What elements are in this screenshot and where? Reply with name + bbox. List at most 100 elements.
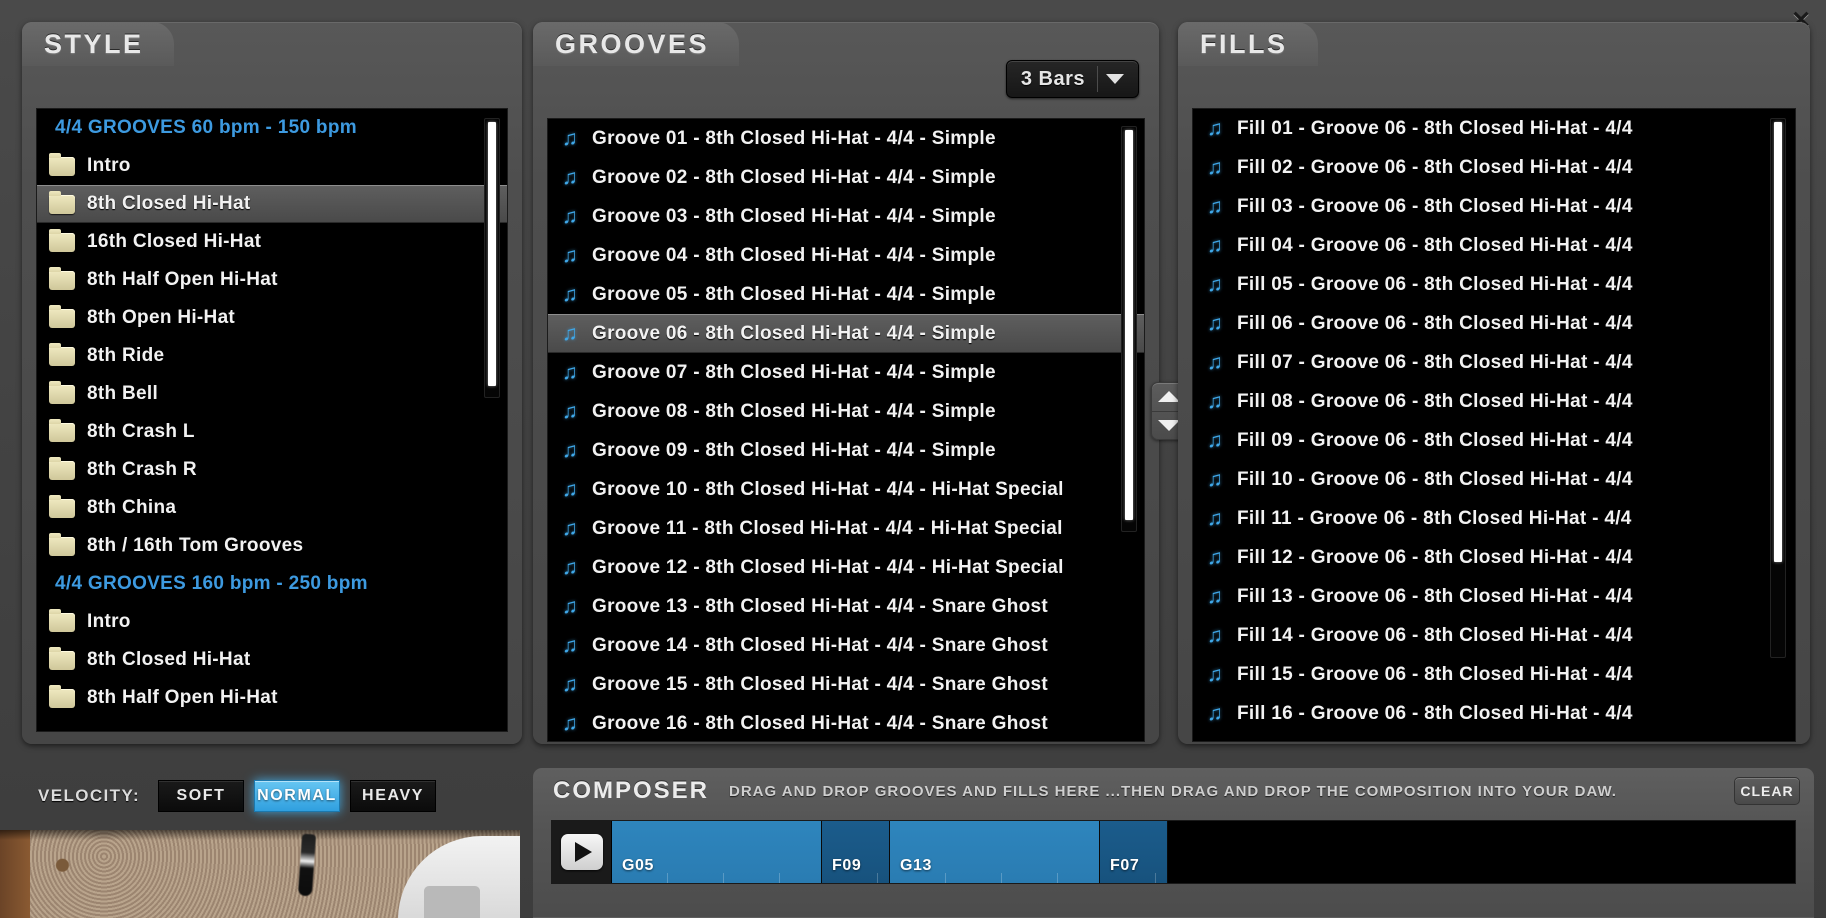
- style-scrollbar[interactable]: [484, 118, 500, 398]
- groove-list-item[interactable]: ♫Groove 10 - 8th Closed Hi-Hat - 4/4 - H…: [548, 470, 1144, 509]
- fill-item-label: Fill 02 - Groove 06 - 8th Closed Hi-Hat …: [1237, 157, 1633, 179]
- style-item-label: 8th Half Open Hi-Hat: [87, 687, 278, 709]
- fill-list-item[interactable]: ♫Fill 02 - Groove 06 - 8th Closed Hi-Hat…: [1193, 148, 1795, 187]
- fill-list-item[interactable]: ♫Fill 09 - Groove 06 - 8th Closed Hi-Hat…: [1193, 421, 1795, 460]
- folder-icon: [49, 195, 75, 214]
- play-button[interactable]: [552, 821, 612, 883]
- style-list-item[interactable]: 8th Crash R: [37, 451, 507, 489]
- fill-item-label: Fill 13 - Groove 06 - 8th Closed Hi-Hat …: [1237, 586, 1633, 608]
- groove-item-label: Groove 02 - 8th Closed Hi-Hat - 4/4 - Si…: [592, 167, 996, 189]
- fill-list-item[interactable]: ♫Fill 14 - Groove 06 - 8th Closed Hi-Hat…: [1193, 616, 1795, 655]
- groove-item-label: Groove 01 - 8th Closed Hi-Hat - 4/4 - Si…: [592, 128, 996, 150]
- groove-list-item[interactable]: ♫Groove 03 - 8th Closed Hi-Hat - 4/4 - S…: [548, 197, 1144, 236]
- groove-item-label: Groove 10 - 8th Closed Hi-Hat - 4/4 - Hi…: [592, 479, 1064, 501]
- groove-list-item[interactable]: ♫Groove 04 - 8th Closed Hi-Hat - 4/4 - S…: [548, 236, 1144, 275]
- floor-shadow: [0, 830, 520, 840]
- chevron-down-icon[interactable]: [1098, 74, 1132, 84]
- grooves-scroll-thumb[interactable]: [1125, 130, 1133, 520]
- composer-clip-f09[interactable]: F09: [822, 821, 890, 883]
- velocity-option-soft[interactable]: SOFT: [158, 780, 244, 812]
- music-note-icon: ♫: [1205, 313, 1225, 335]
- folder-icon: [49, 385, 75, 404]
- velocity-option-heavy[interactable]: HEAVY: [350, 780, 436, 812]
- groove-list-item[interactable]: ♫Groove 12 - 8th Closed Hi-Hat - 4/4 - H…: [548, 548, 1144, 587]
- velocity-option-normal[interactable]: NORMAL: [254, 780, 340, 812]
- style-list[interactable]: 4/4 GROOVES 60 bpm - 150 bpmIntro8th Clo…: [36, 108, 508, 732]
- grooves-list[interactable]: ♫ Groove 01 - 8th Closed Hi-Hat - 4/4 - S…: [547, 118, 1145, 742]
- style-list-item[interactable]: 8th / 16th Tom Grooves: [37, 527, 507, 565]
- style-list-item[interactable]: 8th Crash L: [37, 413, 507, 451]
- groove-list-item[interactable]: ♫Groove 01 - 8th Closed Hi-Hat - 4/4 - S…: [548, 119, 1144, 158]
- fills-scroll-thumb[interactable]: [1774, 122, 1782, 562]
- grooves-panel-tab: GROOVES: [533, 22, 739, 66]
- groove-list-item[interactable]: ♫Groove 14 - 8th Closed Hi-Hat - 4/4 - S…: [548, 626, 1144, 665]
- fill-item-label: Fill 11 - Groove 06 - 8th Closed Hi-Hat …: [1237, 508, 1632, 530]
- clip-bar-ticks: [890, 873, 1099, 883]
- fill-list-item[interactable]: ♫Fill 04 - Groove 06 - 8th Closed Hi-Hat…: [1193, 226, 1795, 265]
- composer-clip-g05[interactable]: G05: [612, 821, 822, 883]
- groove-item-label: Groove 05 - 8th Closed Hi-Hat - 4/4 - Si…: [592, 284, 996, 306]
- fill-list-item[interactable]: ♫Fill 03 - Groove 06 - 8th Closed Hi-Hat…: [1193, 187, 1795, 226]
- fill-list-item[interactable]: ♫ Fill 12 - Groove 06 - 8th Closed Hi-Hat…: [1193, 538, 1795, 577]
- style-list-item[interactable]: 8th China: [37, 489, 507, 527]
- fill-item-label: Fill 07 - Groove 06 - 8th Closed Hi-Hat …: [1237, 352, 1633, 374]
- composer-empty-track[interactable]: [1168, 821, 1795, 883]
- groove-list-item[interactable]: ♫ Groove 05 - 8th Closed Hi-Hat - 4/4 - S…: [548, 275, 1144, 314]
- music-note-icon: ♫: [560, 713, 580, 735]
- folder-icon: [49, 613, 75, 632]
- music-note-icon: ♫: [1205, 703, 1225, 725]
- fill-list-item[interactable]: ♫Fill 06 - Groove 06 - 8th Closed Hi-Hat…: [1193, 304, 1795, 343]
- groove-list-item[interactable]: ♫Groove 09 - 8th Closed Hi-Hat - 4/4 - S…: [548, 431, 1144, 470]
- style-list-item[interactable]: 8th Closed Hi-Hat: [37, 641, 507, 679]
- fill-list-item[interactable]: ♫Fill 11 - Groove 06 - 8th Closed Hi-Hat…: [1193, 499, 1795, 538]
- style-group-header: 4/4 GROOVES 160 bpm - 250 bpm: [37, 565, 507, 603]
- fill-list-item[interactable]: ♫Fill 10 - Groove 06 - 8th Closed Hi-Hat…: [1193, 460, 1795, 499]
- fill-list-item[interactable]: ♫Fill 05 - Groove 06 - 8th Closed Hi-Hat…: [1193, 265, 1795, 304]
- clear-button[interactable]: CLEAR: [1734, 777, 1800, 805]
- music-note-icon: ♫: [1205, 664, 1225, 686]
- groove-list-item[interactable]: ♫Groove 13 - 8th Closed Hi-Hat - 4/4 - S…: [548, 587, 1144, 626]
- style-list-item[interactable]: 8th Bell: [37, 375, 507, 413]
- groove-list-item[interactable]: ♫Groove 15 - 8th Closed Hi-Hat - 4/4 - S…: [548, 665, 1144, 704]
- fill-list-item[interactable]: ♫ Fill 16 - Groove 06 - 8th Closed Hi-Hat…: [1193, 694, 1795, 733]
- fill-list-item[interactable]: ♫Fill 08 - Groove 06 - 8th Closed Hi-Hat…: [1193, 382, 1795, 421]
- groove-item-label: Groove 08 - 8th Closed Hi-Hat - 4/4 - Si…: [592, 401, 996, 423]
- music-note-icon: ♫: [1205, 118, 1225, 140]
- groove-list-item[interactable]: ♫Groove 11 - 8th Closed Hi-Hat - 4/4 - H…: [548, 509, 1144, 548]
- fill-item-label: Fill 12 - Groove 06 - 8th Closed Hi-Hat …: [1237, 547, 1633, 569]
- fill-list-item[interactable]: ♫Fill 07 - Groove 06 - 8th Closed Hi-Hat…: [1193, 343, 1795, 382]
- groove-list-item[interactable]: ♫Groove 08 - 8th Closed Hi-Hat - 4/4 - S…: [548, 392, 1144, 431]
- style-list-item[interactable]: Intro: [37, 603, 507, 641]
- groove-item-label: Groove 13 - 8th Closed Hi-Hat - 4/4 - Sn…: [592, 596, 1048, 618]
- groove-list-item[interactable]: ♫Groove 06 - 8th Closed Hi-Hat - 4/4 - S…: [548, 314, 1144, 353]
- music-note-icon: ♫: [1205, 547, 1225, 569]
- fill-list-item[interactable]: ♫Fill 13 - Groove 06 - 8th Closed Hi-Hat…: [1193, 577, 1795, 616]
- fill-list-item[interactable]: ♫Fill 15 - Groove 06 - 8th Closed Hi-Hat…: [1193, 655, 1795, 694]
- music-note-icon: ♫: [560, 284, 580, 306]
- groove-list-item[interactable]: ♫Groove 16 - 8th Closed Hi-Hat - 4/4 - S…: [548, 704, 1144, 742]
- composer-timeline[interactable]: G05F09G13F07: [551, 820, 1796, 884]
- folder-icon: [49, 461, 75, 480]
- music-note-icon: ♫: [1205, 196, 1225, 218]
- composer-clip-f07[interactable]: F07: [1100, 821, 1168, 883]
- fills-scrollbar[interactable]: [1770, 118, 1786, 658]
- fills-list[interactable]: ♫Fill 01 - Groove 06 - 8th Closed Hi-Hat…: [1192, 108, 1796, 742]
- style-list-item[interactable]: Intro: [37, 147, 507, 185]
- fill-item-label: Fill 16 - Groove 06 - 8th Closed Hi-Hat …: [1237, 703, 1633, 725]
- bars-dropdown[interactable]: 3 Bars: [1006, 60, 1139, 98]
- composer-clip-g13[interactable]: G13: [890, 821, 1100, 883]
- style-list-item[interactable]: 8th Half Open Hi-Hat: [37, 261, 507, 299]
- style-scroll-thumb[interactable]: [488, 122, 496, 386]
- style-list-item[interactable]: 8th Open Hi-Hat: [37, 299, 507, 337]
- groove-item-label: Groove 04 - 8th Closed Hi-Hat - 4/4 - Si…: [592, 245, 996, 267]
- style-list-item[interactable]: 8th Closed Hi-Hat: [37, 185, 507, 223]
- style-list-item[interactable]: 8th Ride: [37, 337, 507, 375]
- style-item-label: 8th / 16th Tom Grooves: [87, 535, 303, 557]
- style-list-item[interactable]: 16th Closed Hi-Hat: [37, 223, 507, 261]
- fill-list-item[interactable]: ♫Fill 01 - Groove 06 - 8th Closed Hi-Hat…: [1193, 109, 1795, 148]
- groove-list-item[interactable]: ♫Groove 07 - 8th Closed Hi-Hat - 4/4 - S…: [548, 353, 1144, 392]
- grooves-scrollbar[interactable]: [1121, 126, 1137, 532]
- composer-title: COMPOSER: [553, 777, 709, 805]
- groove-list-item[interactable]: ♫Groove 02 - 8th Closed Hi-Hat - 4/4 - S…: [548, 158, 1144, 197]
- style-list-item[interactable]: 8th Half Open Hi-Hat: [37, 679, 507, 717]
